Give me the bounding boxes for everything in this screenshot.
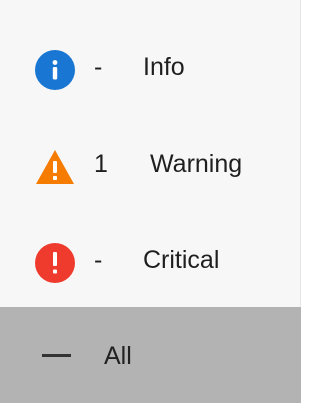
critical-icon — [34, 242, 76, 284]
critical-label: Critical — [143, 246, 220, 274]
warning-icon — [34, 146, 76, 188]
filter-item-warning[interactable]: 1 Warning — [0, 115, 301, 211]
warning-count: 1 — [94, 150, 108, 178]
critical-count: - — [94, 246, 103, 274]
filter-item-info[interactable]: - Info — [0, 18, 301, 114]
severity-filter-list: - Info 1 Warning - Critical All — [0, 0, 301, 403]
info-label: Info — [143, 53, 185, 81]
filter-item-critical[interactable]: - Critical — [0, 211, 301, 307]
info-icon — [34, 49, 76, 91]
filter-item-all[interactable]: All — [0, 307, 301, 403]
dash-icon — [42, 354, 71, 357]
info-count: - — [94, 53, 103, 81]
all-label: All — [104, 342, 132, 370]
warning-label: Warning — [150, 150, 243, 178]
